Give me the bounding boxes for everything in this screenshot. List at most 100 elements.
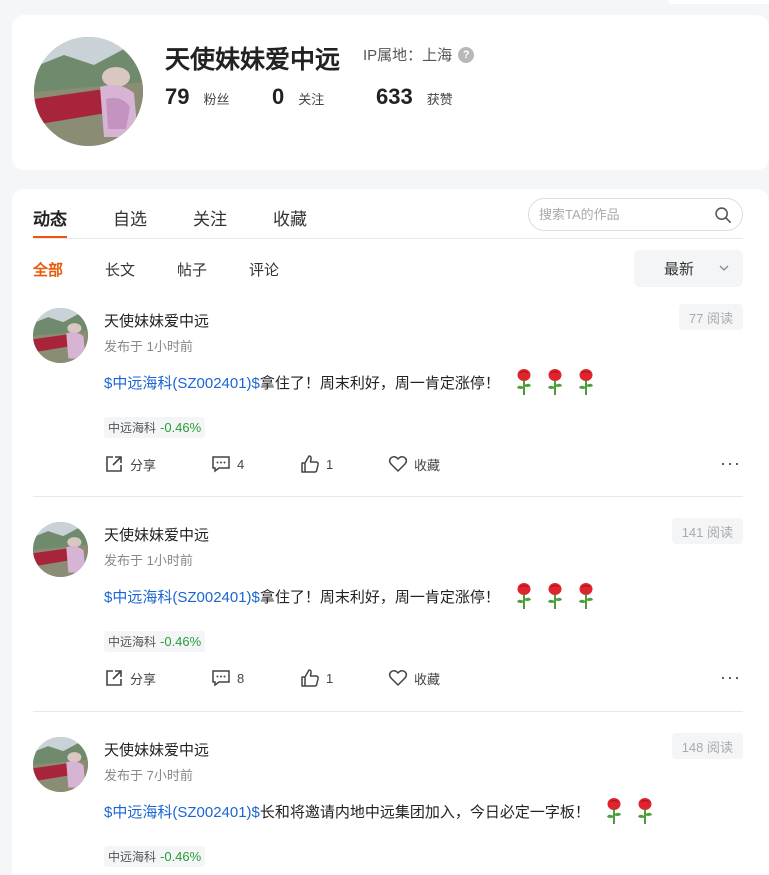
subtab-posts[interactable]: 帖子 (177, 259, 207, 280)
post-time: 发布于 1小时前 (104, 553, 193, 568)
like-count: 1 (326, 456, 334, 472)
read-count-badge: 141 阅读 (671, 518, 743, 544)
sort-dropdown[interactable]: 最新 (634, 250, 743, 287)
read-count-badge: 77 阅读 (678, 304, 743, 330)
tab-dynamics[interactable]: 动态 (33, 205, 67, 238)
comment-button[interactable]: 8 (211, 668, 244, 688)
comment-icon (212, 670, 230, 687)
stat-number: 0 (272, 84, 285, 109)
post-author[interactable]: 天使妹妹爱中远 (104, 310, 209, 331)
read-count-badge: 148 阅读 (671, 733, 743, 759)
favorite-label: 收藏 (414, 671, 441, 687)
share-icon (106, 456, 122, 472)
rose-emoji-icon (516, 583, 531, 609)
question-circle-icon[interactable]: ? (458, 46, 475, 63)
post-author[interactable]: 天使妹妹爱中远 (104, 739, 209, 760)
post-content[interactable]: $中远海科(SZ002401)$ 拿住了！周末利好，周一肯定涨停！ (104, 368, 596, 396)
post-content[interactable]: $中远海科(SZ002401)$ 拿住了！周末利好，周一肯定涨停！ (104, 582, 596, 610)
stat-label: 关注 (298, 92, 325, 107)
stock-tag-name: 中远海科 (108, 850, 157, 864)
favorite-label: 收藏 (414, 457, 441, 473)
comment-count: 4 (237, 456, 245, 472)
favorite-button[interactable]: 收藏 (388, 454, 440, 474)
search-input[interactable] (539, 207, 709, 222)
like-button[interactable]: 1 (300, 454, 333, 474)
stock-tag-change: -0.46% (160, 420, 202, 435)
stat-label: 获赞 (426, 92, 453, 107)
stat-label: 粉丝 (203, 92, 230, 107)
stock-tag-name: 中远海科 (108, 635, 157, 649)
share-label: 分享 (130, 457, 157, 473)
sort-selected: 最新 (664, 261, 695, 278)
avatar[interactable] (33, 737, 88, 792)
rose-emoji-icon (578, 583, 593, 609)
rose-emoji-icon (547, 369, 562, 395)
stat-following[interactable]: 0 关注 (272, 84, 376, 110)
comment-button[interactable]: 4 (211, 454, 244, 474)
comment-count: 8 (237, 670, 245, 686)
tab-favorites[interactable]: 收藏 (273, 205, 307, 237)
stock-link[interactable]: $中远海科(SZ002401)$ (104, 586, 260, 607)
stock-link[interactable]: $中远海科(SZ002401)$ (104, 372, 260, 393)
post-text: 长和将邀请内地中远集团加入，今日必定一字板！ (259, 803, 590, 821)
subtab-comments[interactable]: 评论 (249, 259, 279, 280)
post-time: 发布于 1小时前 (104, 339, 193, 354)
share-label: 分享 (130, 671, 157, 687)
heart-icon (388, 670, 408, 686)
chevron-down-icon (719, 265, 729, 271)
subtab-long-articles[interactable]: 长文 (105, 259, 135, 280)
stat-followers[interactable]: 79 粉丝 (165, 84, 272, 110)
rose-emoji-icon (606, 798, 621, 824)
ip-location: IP属地：上海 ? (363, 44, 475, 65)
favorite-button[interactable]: 收藏 (388, 668, 440, 688)
stock-tag[interactable]: 中远海科 -0.46% (104, 846, 206, 867)
avatar[interactable] (33, 308, 88, 363)
post-actions: 分享 4 1 收藏 ··· (104, 454, 743, 478)
post-divider (33, 496, 743, 497)
stock-tag-name: 中远海科 (108, 421, 157, 435)
tab-following[interactable]: 关注 (193, 205, 227, 237)
post-content[interactable]: $中远海科(SZ002401)$ 长和将邀请内地中远集团加入，今日必定一字板！ (104, 797, 655, 825)
profile-card: 天使妹妹爱中远 IP属地：上海 ? 79 粉丝 0 关注 633 获赞 (12, 15, 769, 170)
tab-divider (33, 238, 743, 239)
post-author[interactable]: 天使妹妹爱中远 (104, 524, 209, 545)
rose-emoji-icon (637, 798, 652, 824)
search-box (528, 198, 743, 231)
stock-tag-change: -0.46% (160, 849, 202, 864)
share-icon (106, 670, 122, 686)
profile-username: 天使妹妹爱中远 (165, 46, 341, 74)
rose-emoji-icon (547, 583, 562, 609)
like-count: 1 (326, 670, 334, 686)
post-divider (33, 711, 743, 712)
tab-watchlist[interactable]: 自选 (113, 205, 147, 237)
stat-number: 79 (165, 84, 190, 109)
thumbs-up-icon (301, 455, 319, 473)
subtab-all[interactable]: 全部 (33, 259, 63, 280)
post-actions: 分享 8 1 收藏 ··· (104, 668, 743, 692)
like-button[interactable]: 1 (300, 668, 333, 688)
heart-icon (388, 456, 408, 472)
post-text: 拿住了！周末利好，周一肯定涨停！ (259, 588, 500, 606)
more-icon[interactable]: ··· (720, 454, 741, 472)
rose-emoji-icon (578, 369, 593, 395)
avatar[interactable] (34, 37, 143, 146)
stock-link[interactable]: $中远海科(SZ002401)$ (104, 801, 260, 822)
search-icon[interactable] (714, 206, 732, 224)
post-time: 发布于 7小时前 (104, 768, 193, 783)
thumbs-up-icon (301, 669, 319, 687)
post-text: 拿住了！周末利好，周一肯定涨停！ (259, 374, 500, 392)
share-button[interactable]: 分享 (104, 668, 156, 688)
avatar[interactable] (33, 522, 88, 577)
main-tabs: 动态 自选 关注 收藏 (33, 205, 353, 238)
top-edge-strip (668, 0, 769, 4)
comment-icon (212, 456, 230, 473)
share-button[interactable]: 分享 (104, 454, 156, 474)
more-icon[interactable]: ··· (720, 668, 741, 686)
sub-tabs: 全部 长文 帖子 评论 (33, 259, 321, 280)
stat-likes: 633 获赞 (376, 84, 453, 110)
stock-tag[interactable]: 中远海科 -0.46% (104, 631, 206, 652)
main-card: 动态 自选 关注 收藏 全部 长文 帖子 评论 最新 天使妹妹爱中远 发布于 1… (12, 189, 769, 875)
stock-tag-change: -0.46% (160, 634, 202, 649)
stock-tag[interactable]: 中远海科 -0.46% (104, 417, 206, 438)
stat-number: 633 (376, 84, 413, 109)
